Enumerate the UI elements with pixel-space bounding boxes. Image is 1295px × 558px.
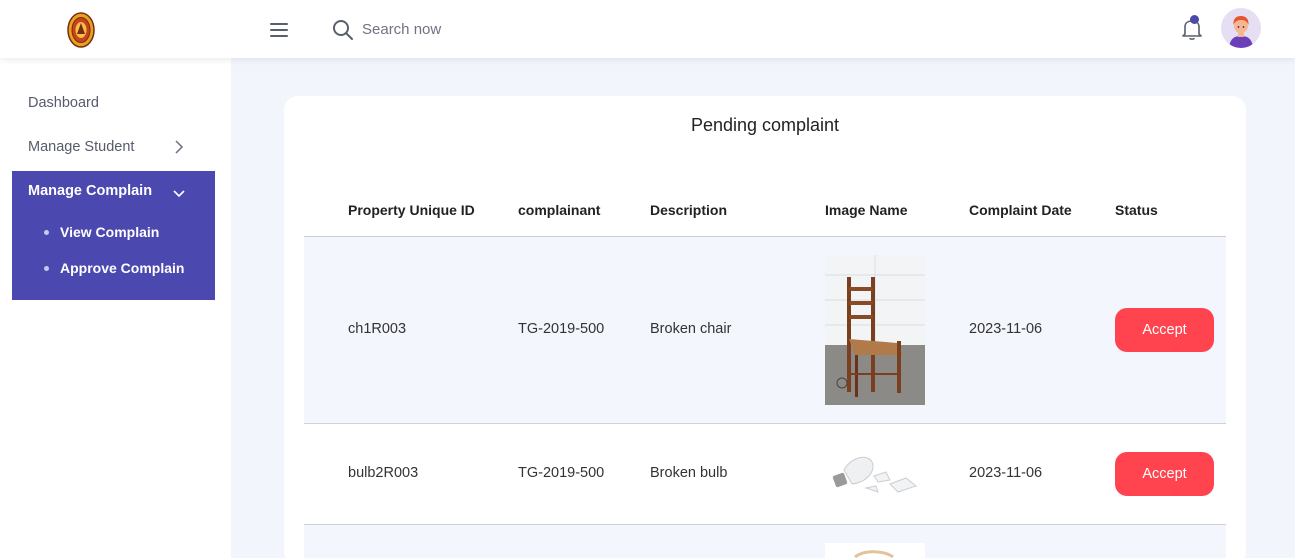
sidebar: Dashboard Manage Student xyxy=(0,58,231,558)
menu-toggle-icon[interactable] xyxy=(270,23,288,37)
column-header-complainant: complainant xyxy=(518,202,601,218)
complaints-card: Pending complaint Property Unique ID com… xyxy=(284,96,1246,558)
top-bar xyxy=(0,0,1295,58)
column-header-description: Description xyxy=(650,202,728,218)
chevron-down-icon[interactable] xyxy=(172,186,186,198)
sidebar-subitem-view-complain[interactable]: View Complain xyxy=(44,224,160,240)
cell-complainant: TG-2019-500 xyxy=(518,321,605,337)
broken-bulb-photo[interactable] xyxy=(828,448,922,502)
sidebar-item-manage-student[interactable]: Manage Student xyxy=(28,139,134,155)
subitem-label: View Complain xyxy=(60,224,160,240)
cell-complaint-date: 2023-11-06 xyxy=(969,465,1043,481)
complaint-photo[interactable] xyxy=(825,543,925,558)
cell-complainant: TG-2019-500 xyxy=(518,465,605,481)
column-header-status: Status xyxy=(1115,202,1158,218)
subitem-label: Approve Complain xyxy=(60,260,185,276)
column-header-property-id: Property Unique ID xyxy=(348,202,475,218)
notification-badge xyxy=(1190,15,1199,24)
column-header-image-name: Image Name xyxy=(825,202,908,218)
search-input[interactable] xyxy=(362,17,622,41)
avatar[interactable] xyxy=(1221,8,1261,48)
search-icon[interactable] xyxy=(332,19,354,41)
university-logo-icon[interactable] xyxy=(67,12,95,48)
table-row: bulb2R003 TG-2019-500 Broken bulb 2023-1… xyxy=(304,424,1226,525)
cell-description: Broken bulb xyxy=(650,465,728,481)
chair-photo[interactable] xyxy=(825,255,925,405)
column-header-complaint-date: Complaint Date xyxy=(969,202,1072,218)
sidebar-item-dashboard[interactable]: Dashboard xyxy=(28,95,99,111)
page-title: Pending complaint xyxy=(690,115,840,135)
sidebar-item-manage-complain: Manage Complain View Complain Approve Co… xyxy=(12,171,215,300)
cell-description: Broken chair xyxy=(650,321,732,337)
cell-property-id: ch1R003 xyxy=(348,321,407,337)
bullet-icon xyxy=(44,230,49,235)
accept-button[interactable]: Accept xyxy=(1115,308,1214,352)
cell-complaint-date: 2023-11-06 xyxy=(969,321,1043,337)
chevron-right-icon[interactable] xyxy=(174,140,184,154)
bullet-icon xyxy=(44,266,49,271)
table-row xyxy=(304,525,1226,558)
cell-property-id: bulb2R003 xyxy=(348,465,419,481)
sidebar-item-label[interactable]: Manage Complain xyxy=(28,183,152,199)
sidebar-subitem-approve-complain[interactable]: Approve Complain xyxy=(44,260,185,276)
accept-button[interactable]: Accept xyxy=(1115,452,1214,496)
table-row: ch1R003 TG-2019-500 Broken chair 2023-11… xyxy=(304,237,1226,424)
